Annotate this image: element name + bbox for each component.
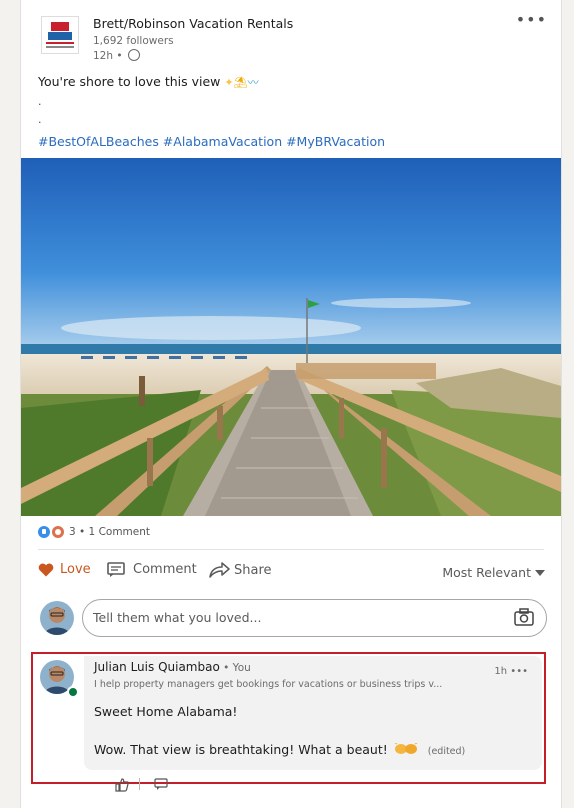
- company-logo[interactable]: [41, 16, 79, 54]
- reply-icon[interactable]: [154, 778, 168, 791]
- sparkles-icon: ✦: [224, 76, 234, 89]
- caret-down-icon: [535, 570, 545, 576]
- commenter-name[interactable]: Julian Luis Quiambao • You: [94, 660, 251, 674]
- thumbs-up-icon[interactable]: [115, 778, 129, 792]
- more-options-icon[interactable]: •••: [516, 10, 547, 29]
- camera-icon[interactable]: [514, 608, 534, 626]
- post-card: Brett/Robinson Vacation Rentals 1,692 fo…: [20, 0, 562, 808]
- love-reaction-icon: [52, 526, 64, 538]
- reaction-summary[interactable]: 3 • 1 Comment: [38, 526, 150, 538]
- post-text-dot: .: [38, 95, 42, 108]
- comment-time-options[interactable]: 1h •••: [494, 666, 528, 677]
- share-arrow-icon: [209, 562, 230, 578]
- beach-chair-icon: ⛱: [233, 76, 248, 89]
- like-reaction-icon: [38, 526, 50, 538]
- post-text: You're shore to love this view ✦⛱〰: [38, 74, 259, 89]
- follower-count: 1,692 followers: [93, 35, 174, 47]
- comment-input[interactable]: Tell them what you loved...: [82, 599, 547, 637]
- divider: [38, 549, 544, 550]
- love-button[interactable]: Love: [38, 562, 91, 577]
- commenter-headline: I help property managers get bookings fo…: [94, 679, 443, 690]
- divider: [139, 778, 140, 790]
- share-button[interactable]: Share: [208, 562, 272, 578]
- comment-text-line: Wow. That view is breathtaking! What a b…: [94, 742, 466, 757]
- globe-icon: [127, 49, 140, 61]
- hashtags[interactable]: #BestOfALBeaches #AlabamaVacation #MyBRV…: [38, 134, 385, 149]
- comment-icon: [107, 562, 125, 577]
- avatar[interactable]: [40, 601, 74, 635]
- post-image[interactable]: [21, 158, 561, 516]
- post-text-dot: .: [38, 113, 42, 126]
- comment-bubble: Julian Luis Quiambao • You I help proper…: [84, 656, 542, 770]
- sort-dropdown[interactable]: Most Relevant: [442, 565, 545, 580]
- wave-icon: 〰: [247, 76, 259, 89]
- post-time: 12h •: [93, 49, 140, 62]
- heart-icon: [38, 563, 54, 576]
- post-author[interactable]: Brett/Robinson Vacation Rentals: [93, 16, 293, 31]
- comment-button[interactable]: Comment: [107, 562, 197, 577]
- clapping-hands-icon: [394, 743, 417, 754]
- comment-text-line: Sweet Home Alabama!: [94, 704, 238, 719]
- online-status-dot: [67, 686, 79, 698]
